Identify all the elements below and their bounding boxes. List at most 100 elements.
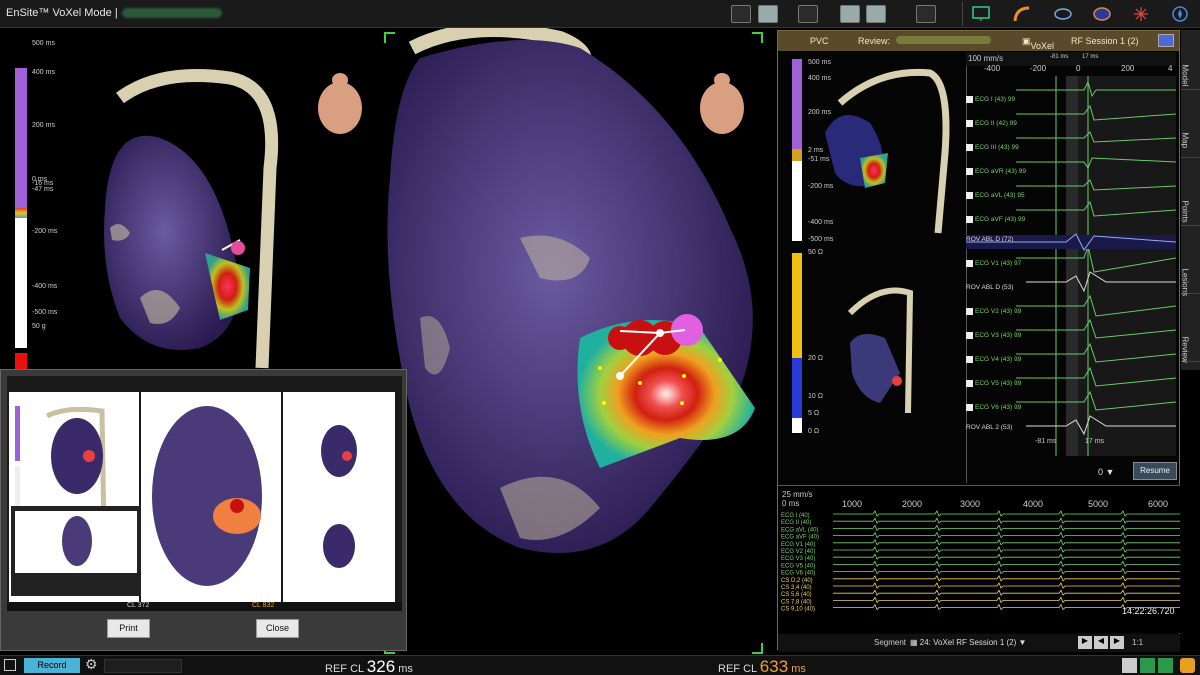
bottom-marker-right: 17 ms: [1085, 438, 1105, 445]
strip-lead-trace: [833, 510, 1180, 517]
strip-lead-trace: [833, 531, 1180, 539]
strip-lead-trace: [833, 589, 1180, 596]
snapshot-tool-button[interactable]: [798, 5, 818, 23]
lead-checkbox[interactable]: [966, 216, 973, 223]
print-button[interactable]: Print: [107, 619, 150, 638]
panel-menu-button[interactable]: [1158, 34, 1174, 47]
lead-checkbox[interactable]: [966, 380, 973, 387]
lead-checkbox[interactable]: [966, 260, 973, 267]
strip-lead-label: CS 5,6 (40): [781, 592, 812, 598]
ecg-lead-row[interactable]: ECG aVF (43) 99: [966, 216, 1176, 238]
tab-model[interactable]: Model: [1181, 30, 1200, 90]
strip-lead-trace: [833, 517, 1180, 524]
strip-lead-label: ECG II (40): [781, 520, 811, 526]
ecg-lead-row[interactable]: ROV ABL 2 (53): [966, 424, 1176, 446]
headset-icon[interactable]: [1180, 658, 1195, 673]
scale-label: 400 ms: [32, 69, 55, 76]
ecg-lead-row[interactable]: ECG aVL (43) 95: [966, 192, 1176, 214]
strip-lead-trace: [833, 560, 1180, 568]
lead-checkbox[interactable]: [966, 144, 973, 151]
step-back-button[interactable]: ◀: [1094, 636, 1108, 649]
review-label: Review:: [858, 36, 891, 46]
lead-checkbox[interactable]: [966, 120, 973, 127]
panel-scale-label: 20 Ω: [808, 355, 823, 362]
catheter-icon[interactable]: [1012, 5, 1032, 23]
ecg-lead-row[interactable]: ECG V1 (43) 97: [966, 260, 1176, 282]
lead-checkbox[interactable]: [966, 192, 973, 199]
layout-split-button[interactable]: [840, 5, 860, 23]
settings-gear-icon[interactable]: ⚙: [85, 656, 98, 673]
lead-checkbox[interactable]: [966, 168, 973, 175]
lead-checkbox[interactable]: [966, 356, 973, 363]
scale-label: 200 ms: [32, 122, 55, 129]
tab-review[interactable]: Review: [1181, 302, 1200, 362]
lead-checkbox[interactable]: [966, 308, 973, 315]
strip-time: 14:22:26.720: [1122, 606, 1175, 616]
ablation-icon[interactable]: [1131, 5, 1151, 23]
side-tabs: Model Map Points Lesions Review: [1181, 30, 1200, 370]
ecg-lead-row[interactable]: ECG V6 (43) 99: [966, 404, 1176, 426]
left-activation-scale: [15, 68, 27, 398]
record-button[interactable]: Record: [24, 658, 80, 673]
exit-icon[interactable]: [4, 659, 16, 671]
lead-label: ECG V3 (43) 99: [975, 332, 1022, 340]
panel-scale-label: 50 Ω: [808, 249, 823, 256]
ecg-lead-row[interactable]: ECG aVR (43) 99: [966, 168, 1176, 190]
ecg-lead-row[interactable]: ECG V2 (43) 99: [966, 308, 1176, 330]
segment-select[interactable]: ▦ 24: VoXel RF Session 1 (2) ▼: [910, 638, 1026, 647]
panel-scale-label: 500 ms: [808, 59, 831, 66]
ref-cl-left: REF CL 326 ms: [325, 657, 413, 675]
compass-icon[interactable]: [1170, 5, 1190, 23]
scale-label: -400 ms: [32, 283, 58, 290]
zoom-ratio: 1:1: [1132, 638, 1144, 647]
display-icon[interactable]: [1140, 658, 1155, 673]
layout-single-button[interactable]: [866, 5, 886, 23]
review-panel-header: PVC Review: ▣ VoXel RF Session 1 (2): [778, 31, 1179, 51]
review-tool-button[interactable]: [916, 5, 936, 23]
resume-button[interactable]: Resume: [1133, 462, 1177, 480]
strip-lead-trace: [833, 582, 1180, 589]
heart-model-icon[interactable]: [1053, 5, 1073, 23]
panel-scale-label: 2 ms: [808, 147, 824, 154]
tab-lesions[interactable]: Lesions: [1181, 234, 1200, 296]
ecg-lead-row[interactable]: ECG III (43) 99: [966, 144, 1176, 166]
scale-label: -200 ms: [32, 228, 58, 235]
note-input[interactable]: [104, 659, 182, 673]
ecg-lead-row[interactable]: ROV ABL D (72): [966, 236, 1176, 258]
scale-label: -500 ms: [32, 309, 58, 316]
tab-points[interactable]: Points: [1181, 166, 1200, 226]
close-button[interactable]: Close: [256, 619, 299, 638]
ecg-lead-row[interactable]: ECG II (42) 99: [966, 120, 1176, 142]
panel-scale-label: -400 ms: [808, 219, 834, 226]
mode-label: PVC: [810, 36, 829, 46]
mini-cl-label: CL 372: [127, 602, 150, 609]
zoom-tool-button[interactable]: [731, 5, 751, 23]
lead-checkbox[interactable]: [966, 96, 973, 103]
map-icon[interactable]: [1092, 5, 1112, 23]
play-button[interactable]: ▶: [1078, 636, 1092, 649]
segment-label: Segment: [874, 638, 907, 647]
network-icon[interactable]: [1158, 658, 1173, 673]
ecg-lead-row[interactable]: ECG V3 (43) 99: [966, 332, 1176, 354]
lead-checkbox[interactable]: [966, 332, 973, 339]
chat-icon[interactable]: [1122, 658, 1137, 673]
lead-label: ECG V6 (43) 99: [975, 404, 1022, 412]
lead-checkbox[interactable]: [966, 404, 973, 411]
ref-cl-right: REF CL 633 ms: [718, 657, 806, 675]
step-forward-button[interactable]: ▶: [1110, 636, 1124, 649]
lead-label: ROV ABL D (72): [966, 236, 1014, 243]
print-tool-button[interactable]: [758, 5, 778, 23]
top-bar: EnSite™ VoXel Mode |: [0, 0, 1200, 28]
ecg-lead-row[interactable]: ROV ABL D (53): [966, 284, 1176, 306]
realtime-ecg-strip[interactable]: 25 mm/s 0 ms 1000 2000 3000 4000 5000 60…: [778, 485, 1180, 633]
tab-map[interactable]: Map: [1181, 98, 1200, 158]
app-root: EnSite™ VoXel Mode | 500 ms 400 ms 200 m…: [0, 0, 1200, 675]
ecg-lead-row[interactable]: ECG V4 (43) 99: [966, 356, 1176, 378]
lead-label: ECG V4 (43) 99: [975, 356, 1022, 364]
ecg-lead-row[interactable]: ECG I (43) 99: [966, 96, 1176, 118]
voxel-toggle[interactable]: ▣ VoXel: [1022, 36, 1054, 51]
strip-lead-label: CS D,2 (40): [781, 578, 813, 584]
ecg-lead-row[interactable]: ECG V5 (43) 99: [966, 380, 1176, 402]
monitor-icon[interactable]: [971, 5, 991, 23]
lead-label: ROV ABL D (53): [966, 284, 1014, 291]
